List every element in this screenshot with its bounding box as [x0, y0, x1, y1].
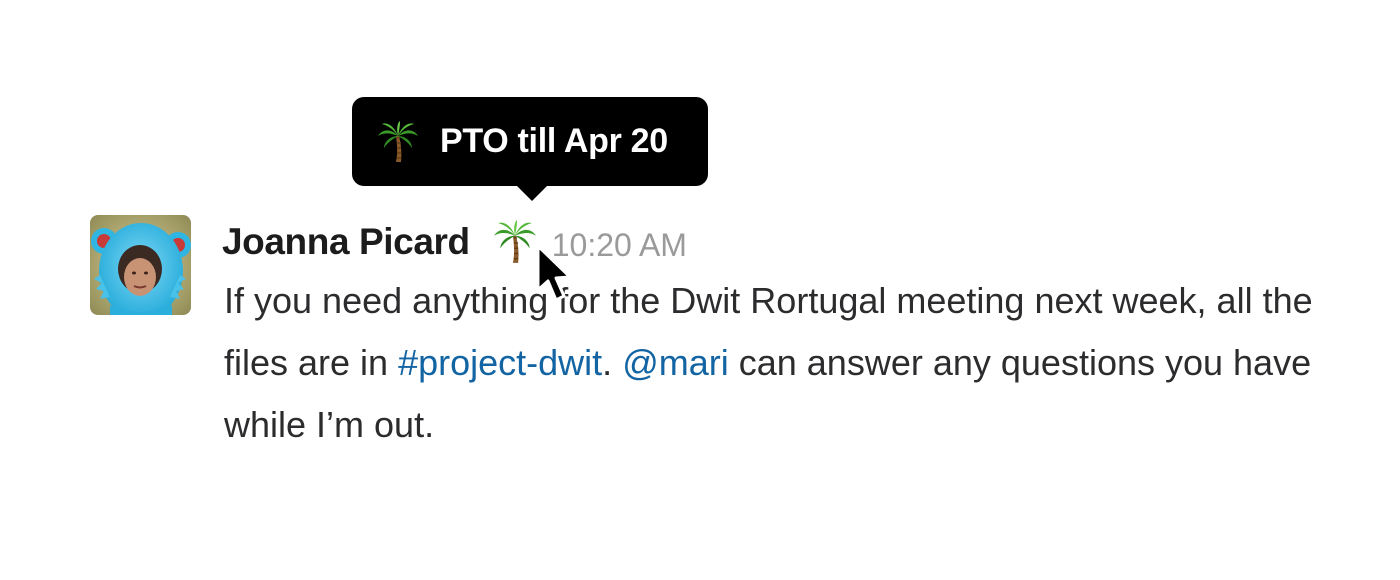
- palm-tree-icon[interactable]: [492, 219, 538, 265]
- message-text: .: [602, 342, 623, 383]
- channel-link[interactable]: #project-dwit: [398, 342, 602, 383]
- status-tooltip-text: PTO till Apr 20: [440, 122, 668, 160]
- palm-tree-icon: [378, 120, 418, 162]
- message-header: Joanna Picard 10:20 AM: [222, 212, 687, 272]
- status-tooltip: PTO till Apr 20: [352, 97, 708, 201]
- author-name[interactable]: Joanna Picard: [222, 221, 470, 263]
- avatar[interactable]: [90, 215, 191, 315]
- user-mention[interactable]: @mari: [622, 342, 729, 383]
- message-timestamp[interactable]: 10:20 AM: [552, 227, 687, 264]
- message-body: If you need anything for the Dwit Rortug…: [224, 270, 1334, 456]
